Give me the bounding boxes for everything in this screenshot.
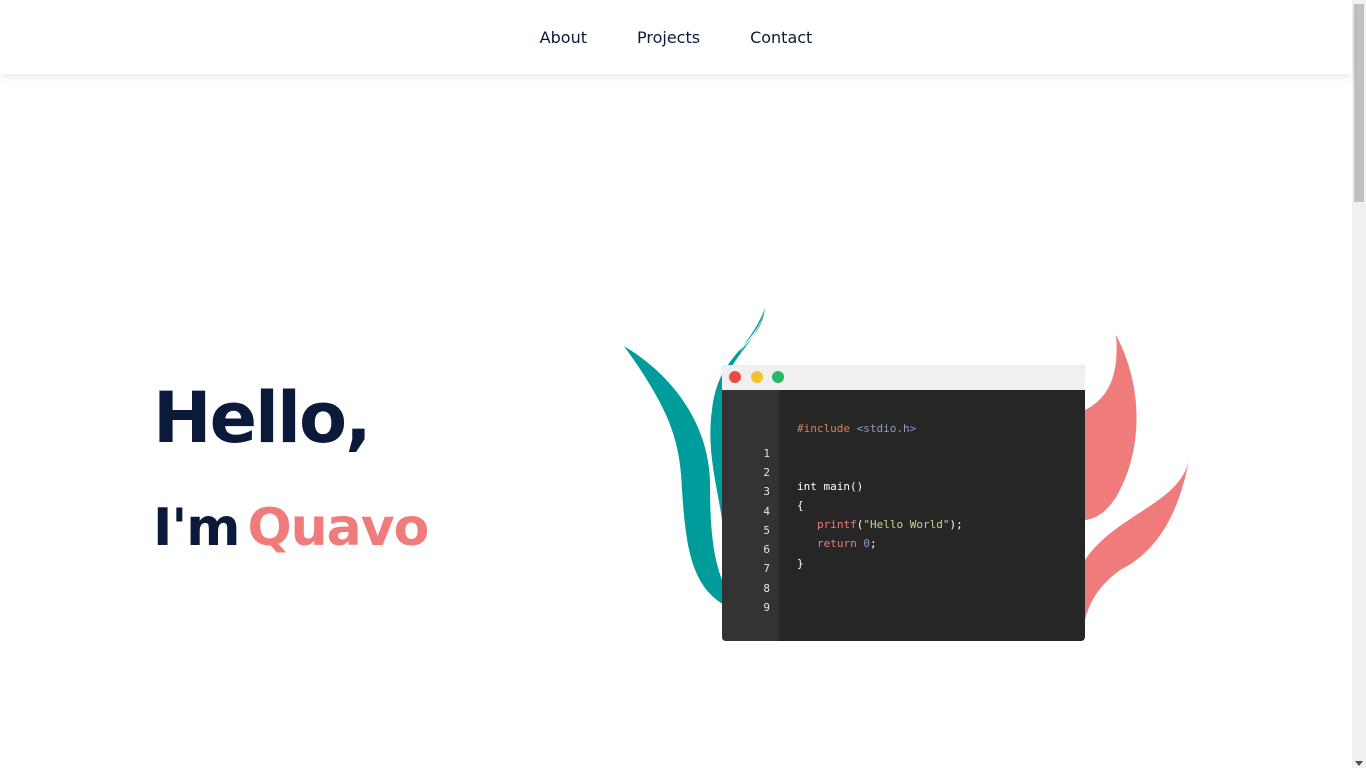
code-editor-window: 1 2 3 4 5 6 7 8 9 #include <stdio.h> int… xyxy=(722,365,1085,641)
nav-link-projects[interactable]: Projects xyxy=(637,28,700,47)
line-number-gutter: 1 2 3 4 5 6 7 8 9 xyxy=(722,390,779,641)
code-line-main: int main() xyxy=(797,480,864,493)
line-number: 6 xyxy=(763,543,770,556)
code-token-directive: #include xyxy=(797,422,850,435)
code-line-return: return 0; xyxy=(817,537,877,551)
scrollbar-thumb[interactable] xyxy=(1354,4,1364,202)
code-token-string: "Hello World" xyxy=(863,518,950,531)
line-number: 1 xyxy=(763,447,770,460)
code-line-printf: printf("Hello World"); xyxy=(817,518,963,532)
maximize-dot-icon xyxy=(772,371,784,383)
line-number: 4 xyxy=(763,505,770,518)
code-token-number: 0 xyxy=(863,537,870,550)
code-token-semicolon: ; xyxy=(870,537,877,550)
code-line-open-brace: { xyxy=(797,499,804,512)
code-token-function: printf xyxy=(817,518,857,531)
code-token-close: ); xyxy=(949,518,963,531)
hero-intro-prefix: I'm xyxy=(153,498,240,558)
close-dot-icon xyxy=(729,371,741,383)
code-line-close-brace: } xyxy=(797,557,804,570)
top-navbar: About Projects Contact xyxy=(0,0,1352,74)
coral-leaf-top xyxy=(1085,335,1137,520)
code-token-header: <stdio.h> xyxy=(856,422,917,435)
minimize-dot-icon xyxy=(751,371,763,383)
scroll-down-arrow-icon[interactable] xyxy=(1355,761,1363,766)
hero-greeting: Hello, xyxy=(153,377,372,459)
nav-link-about[interactable]: About xyxy=(540,28,587,47)
line-number: 7 xyxy=(763,562,770,575)
line-number: 9 xyxy=(763,601,770,614)
hero-name: Quavo xyxy=(247,498,429,558)
nav-link-contact[interactable]: Contact xyxy=(750,28,812,47)
hero-intro: I'm Quavo xyxy=(153,497,429,559)
code-token-keyword: return xyxy=(817,537,857,550)
line-number: 3 xyxy=(763,485,770,498)
line-number: 2 xyxy=(763,466,770,479)
window-titlebar xyxy=(722,365,1085,390)
line-number: 5 xyxy=(763,524,770,537)
line-number: 8 xyxy=(763,582,770,595)
code-line-include: #include <stdio.h> xyxy=(797,422,916,436)
page-scrollbar[interactable] xyxy=(1352,0,1366,768)
